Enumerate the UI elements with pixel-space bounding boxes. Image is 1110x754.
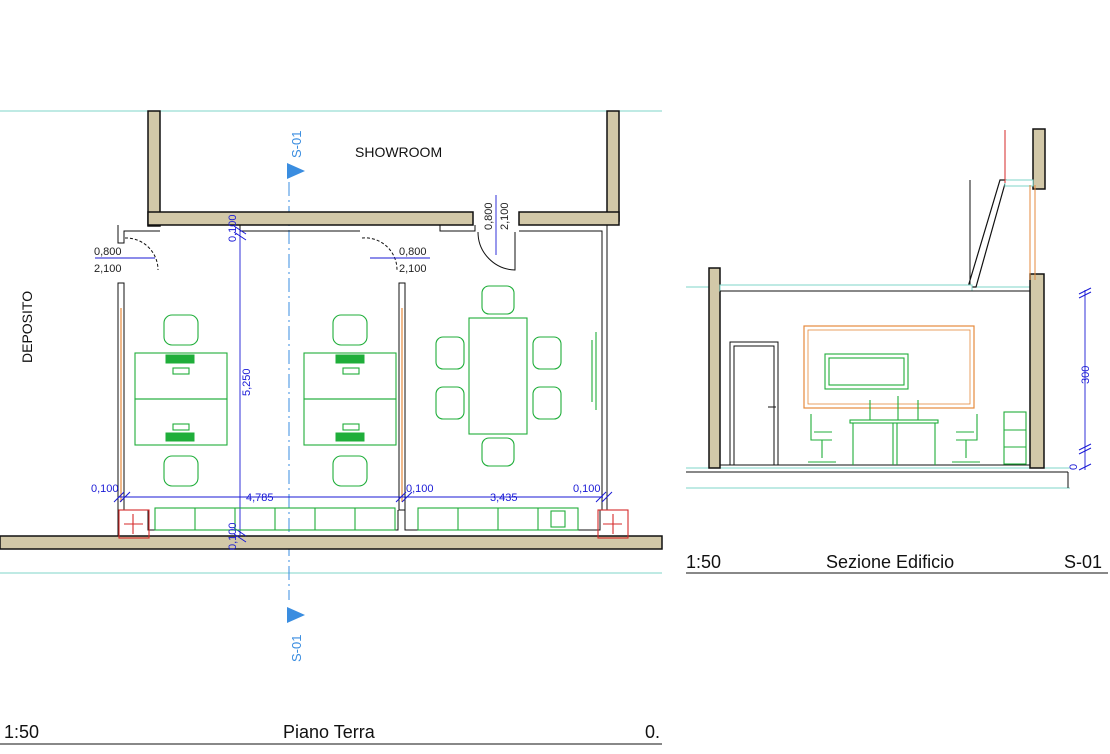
office-top-wall-right	[518, 211, 620, 226]
section-wall-upper	[1032, 128, 1046, 190]
dim-room1: 4,785	[246, 492, 274, 504]
section-door	[729, 341, 779, 466]
section-marker-top	[287, 163, 305, 179]
showroom-wall-right	[606, 110, 620, 222]
door-middle-width: 0,800	[399, 246, 427, 258]
door-swing-middle	[361, 237, 398, 271]
door-swing-left	[124, 237, 159, 271]
dim-mid-wall: 0,100	[406, 483, 434, 495]
partition-top-left	[117, 225, 160, 244]
floor-plan: S-01 S-01 SHOWROOM DEPOSITO 0,800 2,100 …	[0, 110, 663, 662]
title-section-name: Sezione Edificio	[826, 552, 954, 572]
building-section: 300 0	[686, 128, 1092, 489]
title-plan-name: Piano Terra	[283, 722, 376, 742]
dim-right-wall: 0,100	[573, 483, 601, 495]
column-right	[597, 509, 629, 539]
section-dim-base: 0	[1068, 464, 1080, 470]
dim-room2: 3,435	[490, 492, 518, 504]
dim-height: 5,250	[241, 368, 253, 396]
dim-ticks	[113, 225, 613, 543]
dim-left-wall: 0,100	[91, 483, 119, 495]
room-label-deposito: DEPOSITO	[19, 291, 35, 363]
door-swing-top	[477, 231, 516, 271]
architectural-drawing: S-01 S-01 SHOWROOM DEPOSITO 0,800 2,100 …	[0, 110, 1108, 745]
door-top-width: 0,800	[483, 202, 495, 230]
column-left	[118, 509, 150, 539]
dim-bottom-wall: 0,100	[227, 522, 239, 550]
dim-top-wall: 0,100	[227, 214, 239, 242]
section-tag-top: S-01	[289, 131, 304, 158]
title-section-scale: 1:50	[686, 552, 721, 572]
section-tag-bottom: S-01	[289, 635, 304, 662]
door-left-width: 0,800	[94, 246, 122, 258]
title-block-plan: 1:50 Piano Terra 0.	[0, 722, 662, 745]
office-top-wall-left	[147, 211, 474, 226]
facade-wall-bottom	[0, 535, 663, 550]
door-top-height: 2,100	[499, 202, 511, 230]
partition-bottom	[117, 509, 601, 536]
section-roof-slope	[967, 179, 1007, 288]
title-plan-scale: 1:50	[4, 722, 39, 742]
title-plan-id: 0.	[645, 722, 660, 742]
section-ceiling	[719, 284, 973, 292]
title-section-id: S-01	[1064, 552, 1102, 572]
section-marker-bottom	[287, 607, 305, 623]
section-wall-left	[708, 267, 721, 469]
partition-top-right	[439, 225, 476, 232]
section-dim-height: 300	[1080, 366, 1092, 384]
partition-right	[519, 225, 608, 511]
section-furniture	[808, 396, 1027, 465]
section-wall-right	[1029, 273, 1045, 469]
title-block-section: 1:50 Sezione Edificio S-01	[686, 552, 1108, 574]
showroom-wall-left	[147, 110, 161, 227]
door-middle-height: 2,100	[399, 263, 427, 275]
room-label-showroom: SHOWROOM	[355, 144, 442, 160]
section-whiteboard	[824, 353, 909, 390]
partition-top-middle	[239, 225, 360, 232]
door-left-height: 2,100	[94, 263, 122, 275]
